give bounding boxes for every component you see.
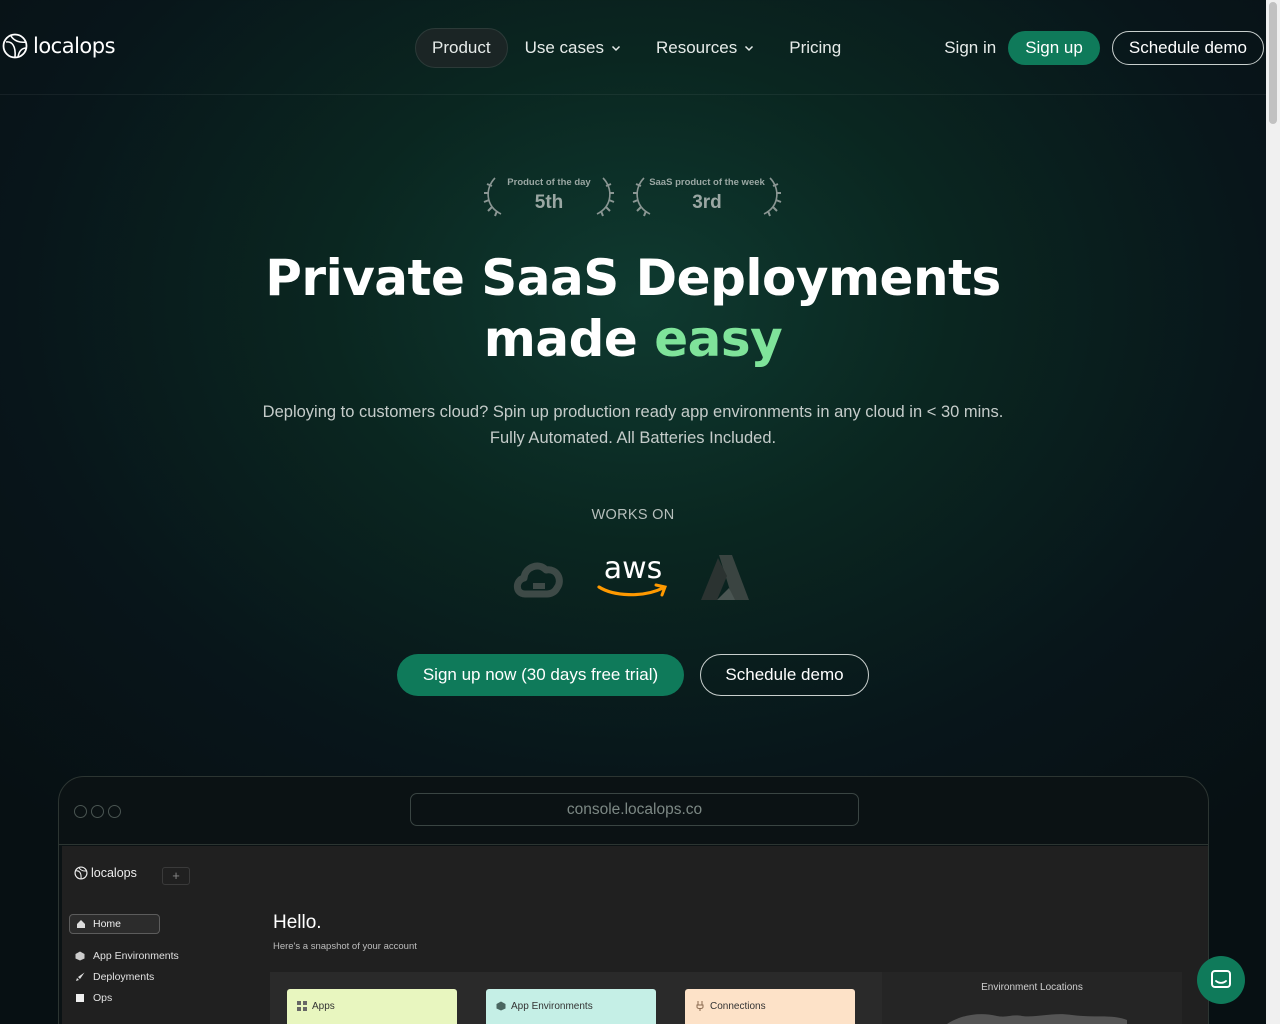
aws-text: aws [604,551,663,586]
map-title: Environment Locations [981,982,1083,993]
nav-use-cases-label: Use cases [524,38,604,57]
world-map-icon [947,1014,1127,1024]
window-dot [74,805,87,818]
card-label: App Environments [511,1001,593,1012]
snapshot-caption: Here's a snapshot of your account [273,941,417,952]
sidebar-item-label: App Environments [93,950,179,962]
hero-subtitle-line1: Deploying to customers cloud? Spin up pr… [262,403,1004,421]
chat-icon [1211,970,1231,988]
sidebar-item-label: Home [93,918,122,930]
sign-in-link[interactable]: Sign in [944,38,996,58]
sign-up-button[interactable]: Sign up [1008,31,1100,65]
plug-icon [696,1001,704,1011]
card-label: Apps [312,1001,335,1012]
square-icon [76,994,84,1002]
hero-title-prefix: made [483,310,638,368]
nav-product[interactable]: Product [415,28,508,68]
award-rank: 5th [534,192,564,213]
award-badge-week: SaaS product of the week 3rd [632,176,782,218]
cloud-providers: aws [513,551,749,600]
localops-logo-icon [74,866,88,880]
schedule-demo-hero-button[interactable]: Schedule demo [700,654,869,696]
logo[interactable]: localops [2,33,116,59]
console-logo-text: localops [91,866,137,880]
nav-resources-label: Resources [655,38,738,57]
aws-icon: aws [597,551,668,597]
window-dot [91,805,104,818]
url-bar: console.localops.co [410,793,859,826]
card-apps: Apps [287,989,457,1024]
rocket-icon [76,972,85,981]
card-connections: Connections [685,989,855,1024]
card-app-environments: App Environments [486,989,656,1024]
sidebar-item-deployments: Deployments [75,971,154,983]
top-navbar: localops Product Use cases Resources Pri… [0,0,1266,95]
azure-icon [701,555,749,600]
nav-pricing-label: Pricing [789,38,842,57]
home-icon [77,920,85,928]
nav-product-label: Product [432,38,491,57]
sidebar-item-ops: Ops [75,992,112,1004]
console-logo: localops [74,866,137,880]
nav-actions: Sign in Sign up Schedule demo [944,31,1264,65]
hero-subtitle: Deploying to customers cloud? Spin up pr… [0,399,1266,451]
hero-title-line1: Private SaaS Deployments [265,249,1001,307]
nav-use-cases[interactable]: Use cases [508,28,639,68]
cube-icon [496,1001,506,1011]
sidebar-item-app-environments: App Environments [75,950,179,962]
award-badge-day: Product of the day 5th [479,176,619,218]
schedule-demo-button[interactable]: Schedule demo [1111,31,1264,65]
works-on-label: WORKS ON [591,507,675,523]
sidebar-item-label: Deployments [93,971,155,983]
app-preview-window: console.localops.co localops + Home App … [58,776,1209,1024]
add-button: + [162,867,190,885]
chevron-down-icon [745,45,754,52]
localops-logo-icon [2,33,28,59]
card-label: Connections [710,1001,766,1012]
nav-links: Product Use cases Resources Pricing [415,28,858,68]
scrollbar-thumb[interactable] [1269,2,1277,124]
grid-icon [297,1001,307,1011]
window-dot [108,805,121,818]
greeting: Hello. [273,912,322,933]
nav-resources[interactable]: Resources [639,28,772,68]
page-scrollbar[interactable] [1266,0,1280,1024]
award-label: SaaS product of the week [649,177,765,188]
browser-bar: console.localops.co [59,777,1208,845]
nav-pricing[interactable]: Pricing [772,28,858,68]
window-controls [74,805,121,818]
sidebar-item-home: Home [69,914,160,934]
cube-icon [75,951,85,961]
award-rank: 3rd [692,192,722,213]
sidebar-item-label: Ops [93,992,113,1004]
environment-locations-panel: Environment Locations [882,972,1182,1024]
google-cloud-icon [513,562,563,598]
logo-text: localops [33,34,116,58]
hero-title-accent: easy [654,310,783,368]
chevron-down-icon [611,45,620,52]
hero-subtitle-line2: Fully Automated. All Batteries Included. [489,429,777,447]
chat-launcher-button[interactable] [1197,956,1245,1004]
signup-trial-button[interactable]: Sign up now (30 days free trial) [397,654,684,696]
hero-title: Private SaaS Deployments made easy [0,248,1266,370]
award-label: Product of the day [507,177,591,188]
console-app: localops + Home App Environments Deploym… [62,846,1208,1024]
